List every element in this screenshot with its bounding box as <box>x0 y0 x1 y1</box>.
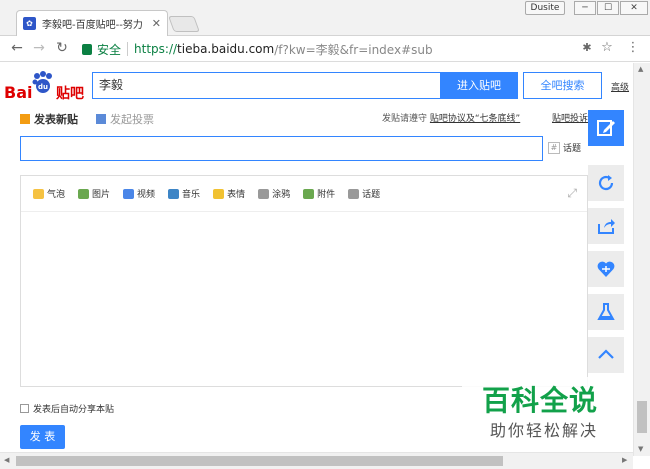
tab-start-vote[interactable]: 发起投票 <box>96 111 154 127</box>
close-tab-icon[interactable]: ✕ <box>152 17 161 30</box>
window-titlebar: ✿ 李毅吧-百度贴吧--努力 ✕ Dusite ─ ☐ ✕ <box>0 0 650 36</box>
address-bar[interactable]: 安全 https://tieba.baidu.com/f?kw=李毅&fr=in… <box>76 38 616 60</box>
chevron-up-icon <box>598 349 614 359</box>
user-profile-badge[interactable]: Dusite <box>525 1 565 15</box>
editor-tool-4[interactable]: 表情 <box>213 187 245 200</box>
url-scheme: https:// <box>134 42 178 56</box>
browser-tab[interactable]: ✿ 李毅吧-百度贴吧--努力 ✕ <box>16 10 168 36</box>
horizontal-scroll-thumb[interactable] <box>16 456 503 466</box>
minimize-button[interactable]: ─ <box>574 1 596 15</box>
editor-tool-label: 音乐 <box>182 190 201 200</box>
editor-tool-label: 附件 <box>317 190 336 200</box>
posting-rules: 发贴请遵守 贴吧协议及“七条底线” <box>382 114 521 124</box>
editor-tool-icon <box>303 188 315 199</box>
editor-tool-6[interactable]: 附件 <box>303 187 335 200</box>
editor-tool-icon <box>78 188 90 199</box>
editor-tool-icon <box>33 188 44 199</box>
share-icon <box>598 219 615 234</box>
browser-toolbar: ← → ↻ 安全 https://tieba.baidu.com/f?kw=李毅… <box>0 36 650 62</box>
edit-post-button[interactable] <box>588 110 624 146</box>
post-tabs: 发表新贴 发起投票 发贴请遵守 贴吧协议及“七条底线” 贴吧投诉 <box>20 111 620 127</box>
maximize-button[interactable]: ☐ <box>597 1 619 15</box>
pencil-icon <box>20 114 30 124</box>
refresh-icon <box>598 175 614 191</box>
paw-logo-icon: du <box>32 71 52 93</box>
baidu-favicon-icon: ✿ <box>23 17 36 30</box>
watermark-title: 百科全说 <box>482 384 599 417</box>
editor-tool-0[interactable]: 气泡 <box>33 187 65 200</box>
editor-tool-1[interactable]: 图片 <box>78 187 110 200</box>
submit-post-button[interactable]: 发 表 <box>20 425 65 449</box>
vertical-scrollbar[interactable]: ▲ ▼ <box>633 63 650 456</box>
scroll-up-icon[interactable]: ▲ <box>638 65 643 73</box>
baidu-tieba-logo[interactable]: du Bai 贴吧 <box>4 71 86 103</box>
new-tab-button[interactable] <box>168 16 200 32</box>
tab-title: 李毅吧-百度贴吧--努力 <box>42 20 143 31</box>
edit-icon <box>597 120 615 136</box>
editor-tool-label: 表情 <box>227 190 246 200</box>
scroll-left-icon[interactable]: ◀ <box>4 456 9 464</box>
close-window-button[interactable]: ✕ <box>620 1 648 15</box>
search-input[interactable]: 李毅 <box>92 72 440 99</box>
editor-tool-7[interactable]: 话题 <box>348 187 380 200</box>
bar-chart-icon <box>96 114 106 124</box>
auto-share-option[interactable]: 发表后自动分享本贴 <box>20 402 114 415</box>
editor-tool-2[interactable]: 视频 <box>123 187 155 200</box>
scroll-right-icon[interactable]: ▶ <box>622 456 627 464</box>
complaint-link[interactable]: 贴吧投诉 <box>552 111 588 124</box>
forward-arrow-icon[interactable]: → <box>30 39 48 57</box>
editor-tool-label: 气泡 <box>47 190 66 200</box>
share-button[interactable] <box>588 208 624 244</box>
extension-puzzle-icon[interactable]: ✱ <box>578 39 596 57</box>
editor-tool-icon <box>348 188 360 199</box>
editor-content-area[interactable] <box>21 213 587 386</box>
favorite-button[interactable] <box>588 251 624 287</box>
editor-toolbar: 气泡 图片 视频 音乐 表情 涂鸦 附件 话题 <box>21 176 587 212</box>
vertical-scroll-thumb[interactable] <box>637 401 647 433</box>
advanced-search-link[interactable]: 高级 <box>611 80 629 93</box>
logo-text-bai: Bai <box>4 83 33 102</box>
svg-text:du: du <box>38 83 48 91</box>
topic-button[interactable]: # 话题 <box>548 141 581 154</box>
editor-tool-icon <box>213 188 225 199</box>
search-all-bars-button[interactable]: 全吧搜索 <box>523 72 602 99</box>
menu-kebab-icon[interactable]: ⋮ <box>624 39 642 57</box>
watermark-subtitle: 助你轻松解决 <box>490 421 599 440</box>
rules-link[interactable]: 贴吧协议及“七条底线” <box>430 114 520 124</box>
post-editor: 气泡 图片 视频 音乐 表情 涂鸦 附件 话题 ⤢ <box>20 175 588 387</box>
lock-icon <box>82 43 92 55</box>
editor-tool-label: 图片 <box>92 190 111 200</box>
editor-tool-icon <box>123 188 135 199</box>
logo-text-tieba: 贴吧 <box>56 86 84 102</box>
back-arrow-icon[interactable]: ← <box>8 39 26 57</box>
editor-tool-label: 视频 <box>137 190 156 200</box>
scroll-down-icon[interactable]: ▼ <box>638 445 643 453</box>
back-to-top-button[interactable] <box>588 337 624 373</box>
security-label: 安全 <box>97 42 122 57</box>
horizontal-scrollbar[interactable]: ◀ ▶ <box>0 452 633 469</box>
editor-tool-icon <box>258 188 270 199</box>
tab-new-post[interactable]: 发表新贴 <box>20 111 78 127</box>
post-title-input[interactable] <box>20 136 543 161</box>
bookmark-star-icon[interactable]: ☆ <box>598 39 616 57</box>
lab-button[interactable] <box>588 294 624 330</box>
heart-icon <box>597 261 615 277</box>
refresh-button[interactable] <box>588 165 624 201</box>
auto-share-checkbox[interactable] <box>20 404 29 413</box>
enter-bar-button[interactable]: 进入贴吧 <box>440 72 518 99</box>
editor-tool-icon <box>168 188 180 199</box>
url-host: tieba.baidu.com <box>177 42 275 56</box>
fullscreen-expand-icon[interactable]: ⤢ <box>567 186 577 201</box>
watermark: 百科全说 助你轻松解决 <box>462 377 632 444</box>
editor-tool-3[interactable]: 音乐 <box>168 187 200 200</box>
hash-icon: # <box>548 141 560 154</box>
editor-tool-5[interactable]: 涂鸦 <box>258 187 290 200</box>
tieba-header: du Bai 贴吧 李毅 进入贴吧 全吧搜索 高级 <box>0 63 633 109</box>
reload-icon[interactable]: ↻ <box>53 39 71 57</box>
editor-tool-label: 话题 <box>362 190 381 200</box>
url-path: /f?kw=李毅&fr=index#sub <box>274 42 433 57</box>
flask-icon <box>597 303 615 320</box>
editor-tool-label: 涂鸦 <box>272 190 291 200</box>
